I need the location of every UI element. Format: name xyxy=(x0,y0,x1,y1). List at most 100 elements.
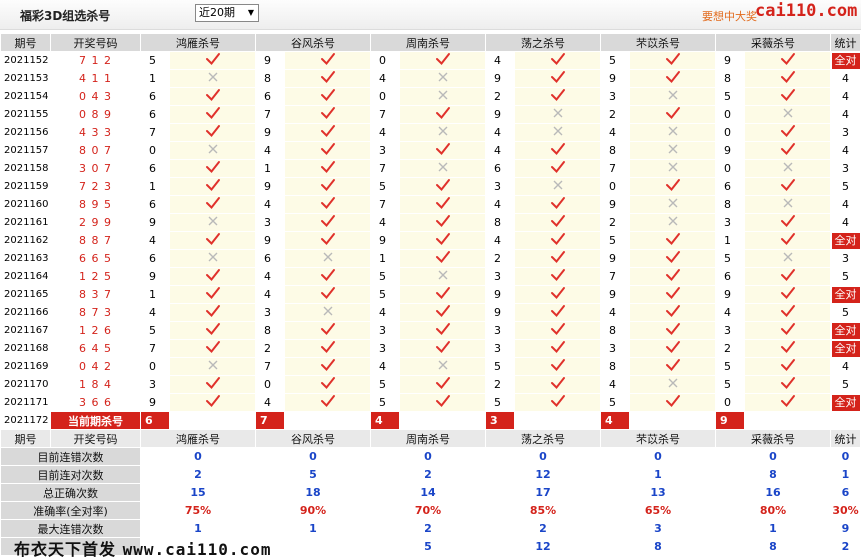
table-row: 2021168 6 4 5 7 2 3 3 3 2 全对 xyxy=(0,339,861,358)
result-mark-cell xyxy=(169,249,256,268)
kill-number-cell: 9 xyxy=(485,69,515,88)
stats-row: 目前连对次数 2 5 2 12 1 8 1 xyxy=(0,465,861,484)
stat-value: 1 xyxy=(715,519,831,538)
col-draw-header: 开奖号码 xyxy=(50,429,141,448)
all-correct-badge: 全对 xyxy=(831,232,860,249)
kill-number-cell: 4 xyxy=(255,195,285,214)
table-row: 2021160 8 9 56 4 7 4 9 8 4 xyxy=(0,195,861,214)
kill-number-cell: 5 xyxy=(370,285,400,304)
result-mark-cell xyxy=(514,249,601,268)
result-mark-cell xyxy=(284,213,371,232)
result-mark-cell xyxy=(514,267,601,286)
issue-cell: 2021159 xyxy=(0,177,51,196)
draw-number-cell: 2 9 9 xyxy=(50,213,141,232)
footer-domain[interactable]: www.cai110.com xyxy=(123,540,272,559)
kill-number-cell: 7 xyxy=(600,267,630,286)
ad-text[interactable]: 要想中大奖 xyxy=(702,8,757,24)
result-mark-cell xyxy=(284,285,371,304)
check-icon xyxy=(205,197,220,210)
check-icon xyxy=(205,53,220,66)
result-mark-cell xyxy=(744,87,831,106)
kill-number-cell: 4 xyxy=(255,285,285,304)
total-cell: 全对 xyxy=(830,51,861,70)
result-mark-cell xyxy=(514,321,601,340)
stat-value: 5 xyxy=(255,465,371,484)
result-mark-cell xyxy=(169,285,256,304)
col-expert-header: 采薇杀号 xyxy=(715,33,831,52)
table-row: 2021157 8 0 70 4 3 4 8 9 4 xyxy=(0,141,861,160)
kill-number-cell: 1 xyxy=(715,231,745,250)
issue-cell: 2021171 xyxy=(0,393,51,412)
result-mark-cell xyxy=(744,141,831,160)
kill-number-cell: 4 xyxy=(485,51,515,70)
kill-number-cell: 6 xyxy=(715,177,745,196)
kill-number-cell: 9 xyxy=(715,285,745,304)
check-icon xyxy=(550,89,565,102)
check-icon xyxy=(320,107,335,120)
check-icon xyxy=(435,287,450,300)
issue-cell: 2021163 xyxy=(0,249,51,268)
kill-number-cell: 4 xyxy=(255,141,285,160)
kill-number-cell: 0 xyxy=(715,159,745,178)
kill-number-cell: 7 xyxy=(370,159,400,178)
cross-icon xyxy=(323,306,332,316)
stat-value: 0 xyxy=(600,447,716,466)
kill-number-cell: 9 xyxy=(370,231,400,250)
check-icon xyxy=(435,377,450,390)
col-expert-header: 鸿雁杀号 xyxy=(140,33,256,52)
result-mark-cell xyxy=(744,375,831,394)
result-mark-cell xyxy=(284,357,371,376)
draw-number-cell: 0 4 2 xyxy=(50,357,141,376)
check-icon xyxy=(205,89,220,102)
result-mark-cell xyxy=(514,105,601,124)
issue-cell: 2021168 xyxy=(0,339,51,358)
result-mark-cell xyxy=(169,303,256,322)
result-mark-cell xyxy=(514,213,601,232)
draw-number-cell: 8 3 7 xyxy=(50,285,141,304)
check-icon xyxy=(780,179,795,192)
check-icon xyxy=(780,395,795,408)
kill-number-cell: 8 xyxy=(600,141,630,160)
result-mark-cell xyxy=(284,51,371,70)
stat-total: 0 xyxy=(830,447,861,466)
draw-number-cell: 0 4 3 xyxy=(50,87,141,106)
result-mark-cell xyxy=(284,141,371,160)
check-icon xyxy=(780,71,795,84)
kill-number-cell: 4 xyxy=(485,195,515,214)
result-mark-cell xyxy=(284,249,371,268)
result-mark-cell xyxy=(399,51,486,70)
result-mark-cell xyxy=(284,267,371,286)
cross-icon xyxy=(208,72,217,82)
result-mark-cell xyxy=(399,267,486,286)
kill-number-cell: 9 xyxy=(255,123,285,142)
table-row: 2021153 4 1 11 8 4 9 9 8 4 xyxy=(0,69,861,88)
col-expert-header: 周南杀号 xyxy=(370,429,486,448)
kill-number-cell: 6 xyxy=(140,195,170,214)
current-pick-cell: 4 xyxy=(370,411,400,430)
check-icon xyxy=(550,395,565,408)
kill-number-cell: 1 xyxy=(255,159,285,178)
cross-icon xyxy=(208,216,217,226)
stat-total: 9 xyxy=(830,519,861,538)
col-total-header: 统计 xyxy=(830,33,861,52)
kill-number-cell: 6 xyxy=(140,249,170,268)
site-logo[interactable]: cai110.com xyxy=(755,1,857,21)
result-mark-cell xyxy=(169,105,256,124)
result-mark-cell xyxy=(744,195,831,214)
cross-icon xyxy=(668,126,677,136)
cross-icon xyxy=(438,72,447,82)
check-icon xyxy=(320,233,335,246)
stat-value: 1 xyxy=(255,519,371,538)
stat-total: 6 xyxy=(830,483,861,502)
kill-number-cell: 5 xyxy=(485,393,515,412)
check-icon xyxy=(435,179,450,192)
kill-number-cell: 4 xyxy=(600,123,630,142)
kill-number-cell: 1 xyxy=(140,177,170,196)
total-cell: 4 xyxy=(830,195,861,214)
period-select[interactable]: 近20期 ▼ xyxy=(195,4,259,22)
stat-label: 准确率(全对率) xyxy=(0,501,141,520)
total-cell: 3 xyxy=(830,159,861,178)
kill-number-cell: 5 xyxy=(715,357,745,376)
result-mark-cell xyxy=(629,303,716,322)
result-mark-cell xyxy=(514,303,601,322)
